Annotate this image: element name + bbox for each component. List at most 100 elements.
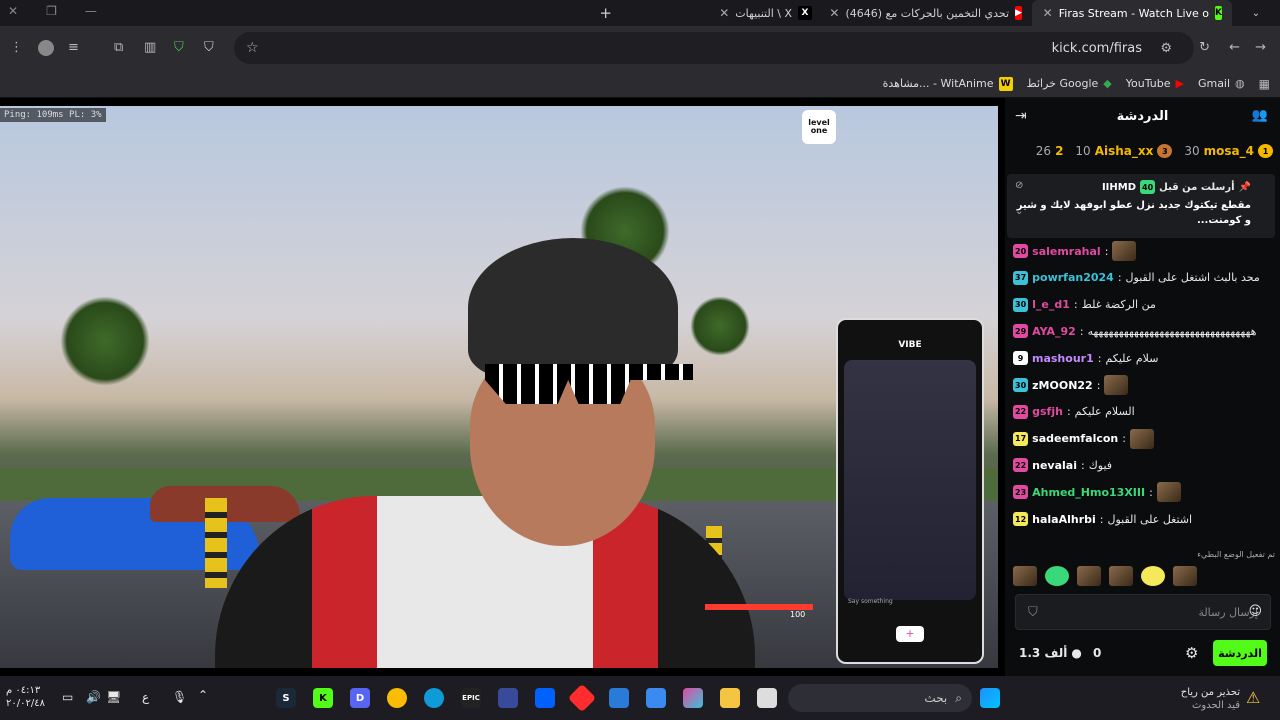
chat-message[interactable]: 22 nevalai: فيوك xyxy=(1013,454,1275,476)
chat-username[interactable]: AYA_92 xyxy=(1032,325,1076,338)
emote[interactable] xyxy=(1173,566,1197,586)
steam-icon[interactable]: S xyxy=(276,688,296,708)
battery-icon[interactable]: ▭ xyxy=(62,690,73,704)
outlook-icon[interactable] xyxy=(609,688,629,708)
chat-message[interactable]: 17 sadeemfalcon: xyxy=(1013,428,1275,450)
bookmark-label: خرائط Google xyxy=(1026,77,1099,90)
collapse-chat-icon[interactable]: ⇥ xyxy=(1015,108,1027,124)
menu-dots-icon[interactable]: ⋮ xyxy=(10,40,23,55)
language-indicator[interactable]: ع xyxy=(142,690,149,704)
chat-username[interactable]: zMOON22 xyxy=(1032,379,1093,392)
forward-arrow-icon[interactable]: → xyxy=(1255,40,1266,55)
pinned-message[interactable]: 📌 أرسلت من قبل 40 IIHMD مقطع تيكتوك جديد… xyxy=(1007,174,1275,238)
chat-message[interactable]: 12 halaAlhrbi: اشتغل على القبول xyxy=(1013,508,1275,530)
chat-message[interactable]: 37 powrfan2024: محد بالبث اشتغل على القبول xyxy=(1013,267,1275,289)
taskbar-search[interactable]: بحث ⌕ xyxy=(788,684,972,712)
chat-username[interactable]: sadeemfalcon xyxy=(1032,432,1118,445)
emoji-icon[interactable]: ☺ xyxy=(1248,604,1262,619)
emote[interactable] xyxy=(1109,566,1133,586)
store-icon[interactable] xyxy=(646,688,666,708)
network-icon[interactable]: 🖥 xyxy=(106,690,121,704)
copilot-icon[interactable] xyxy=(683,688,703,708)
close-tab-icon[interactable]: ✕ xyxy=(1043,6,1053,20)
close-window-button[interactable]: ✕ xyxy=(8,4,18,18)
clock[interactable]: ٠٤:١٣ م ٢٠/٠٢/٤٨ xyxy=(6,684,66,710)
chat-username[interactable]: powrfan2024 xyxy=(1032,271,1114,284)
app-icon[interactable] xyxy=(567,683,597,713)
chat-input[interactable]: إرسال رسالة ⛉ xyxy=(1015,594,1271,630)
points-counter[interactable]: 0 xyxy=(1093,646,1101,660)
app-icon[interactable] xyxy=(498,688,518,708)
leader-entry[interactable]: 26 2 xyxy=(1036,144,1064,158)
emote[interactable] xyxy=(1045,566,1069,586)
close-tab-icon[interactable]: ✕ xyxy=(829,6,839,20)
emote[interactable] xyxy=(1141,566,1165,586)
file-explorer-icon[interactable] xyxy=(720,688,740,708)
settings-gear-icon[interactable]: ⚙ xyxy=(1185,644,1198,662)
extension-bars-icon[interactable]: ▥ xyxy=(144,40,156,55)
chevron-up-icon[interactable]: ⌃ xyxy=(198,688,208,702)
site-settings-icon[interactable]: ⚙ xyxy=(1160,41,1172,56)
chat-username[interactable]: l_e_d1 xyxy=(1032,298,1070,311)
chevron-down-icon[interactable]: ⌄ xyxy=(1015,206,1023,217)
chrome-icon[interactable] xyxy=(387,688,407,708)
chat-message[interactable]: 20 salemrahal: xyxy=(1013,240,1275,262)
chat-username[interactable]: halaAlhrbi xyxy=(1032,513,1096,526)
profile-avatar[interactable] xyxy=(38,40,54,56)
send-chat-button[interactable]: الدردشة xyxy=(1213,640,1267,666)
restore-window-button[interactable]: ❐ xyxy=(46,4,57,18)
chat-message[interactable]: 22 gsfjh: السلام عليكم xyxy=(1013,401,1275,423)
colon-separator: : xyxy=(1099,512,1104,526)
chat-message[interactable]: 30 zMOON22: xyxy=(1013,374,1275,396)
emote[interactable] xyxy=(1077,566,1101,586)
address-bar[interactable]: kick.com/firas ⚙ ☆ xyxy=(234,32,1194,64)
chat-username[interactable]: Ahmed_Hmo13XIII xyxy=(1032,486,1145,499)
discord-icon[interactable]: D xyxy=(350,688,370,708)
tab-youtube[interactable]: ▶ (4646) تحدي التخمين بالحركات مع ✕ xyxy=(822,0,1032,26)
app-icon[interactable] xyxy=(757,688,777,708)
shield-icon[interactable]: ⛉ xyxy=(1028,605,1038,620)
tab-search-button[interactable]: ⌄ xyxy=(1232,0,1280,26)
users-icon[interactable]: 👥 xyxy=(1252,108,1268,123)
bookmark-youtube[interactable]: ▶ YouTube xyxy=(1126,77,1184,90)
adblock-shield-icon[interactable]: ⛉ xyxy=(174,40,184,55)
chat-message[interactable]: 29 AYA_92: ههههههههههههههههههههههههههههههه… xyxy=(1013,320,1275,342)
kick-app-icon[interactable]: K xyxy=(313,688,333,708)
chat-username[interactable]: nevalai xyxy=(1032,459,1077,472)
minimize-window-button[interactable]: — xyxy=(85,4,97,18)
close-tab-icon[interactable]: ✕ xyxy=(719,6,729,20)
chat-username[interactable]: mashour1 xyxy=(1032,352,1094,365)
chat-username[interactable]: gsfjh xyxy=(1032,405,1063,418)
tab-x[interactable]: X التنبيهات \ X ✕ xyxy=(622,0,822,26)
epic-games-icon[interactable]: EPIC xyxy=(461,688,481,708)
emote[interactable] xyxy=(1013,566,1037,586)
bookmark-star-icon[interactable]: ☆ xyxy=(246,40,259,56)
weather-notification[interactable]: تحذير من رياح قيد الحدوث xyxy=(1180,686,1240,712)
microphone-icon[interactable]: 🎙 xyxy=(172,690,187,704)
extension-shield-icon[interactable]: ⛉ xyxy=(204,40,214,55)
windows-start-icon[interactable] xyxy=(980,688,1000,708)
chat-message[interactable]: 23 Ahmed_Hmo13XIII: xyxy=(1013,481,1275,503)
volume-icon[interactable]: 🔊 xyxy=(86,690,101,704)
bookmark-maps[interactable]: ◆ خرائط Google xyxy=(1027,77,1112,90)
bookmark-witanime[interactable]: W مشاهدة... - WitAnime xyxy=(883,76,1013,91)
apps-grid-icon[interactable]: ▦ xyxy=(1259,77,1270,91)
video-player[interactable]: Ping: 109ms PL: 3% level one VIBE Say so… xyxy=(0,106,998,668)
unpin-icon[interactable]: ⊘ xyxy=(1015,180,1023,191)
colon-separator: : xyxy=(1096,378,1101,392)
chat-username[interactable]: salemrahal xyxy=(1032,245,1101,258)
chat-message[interactable]: 30 l_e_d1: من الركضة غلط xyxy=(1013,294,1275,316)
extensions-puzzle-icon[interactable]: ⧉ xyxy=(114,40,123,55)
leader-entry[interactable]: 30 mosa_4 1 xyxy=(1184,144,1273,158)
back-arrow-icon[interactable]: ← xyxy=(1229,40,1240,55)
edge-icon[interactable] xyxy=(424,688,444,708)
new-tab-button[interactable]: + xyxy=(592,0,622,26)
leader-entry[interactable]: 10 Aisha_xx 3 xyxy=(1075,144,1173,158)
bookmarks-bar: ▦ ◍ Gmail ▶ YouTube ◆ خرائط Google W مشا… xyxy=(0,70,1280,98)
chat-message[interactable]: 9 mashour1: سلام عليكم xyxy=(1013,347,1275,369)
bookmark-gmail[interactable]: ◍ Gmail xyxy=(1198,77,1245,90)
dropbox-icon[interactable] xyxy=(535,688,555,708)
tab-kick[interactable]: K Firas Stream - Watch Live o ✕ xyxy=(1032,0,1232,26)
media-controls-icon[interactable]: ≡ xyxy=(68,40,79,55)
reload-icon[interactable]: ↻ xyxy=(1199,40,1210,55)
